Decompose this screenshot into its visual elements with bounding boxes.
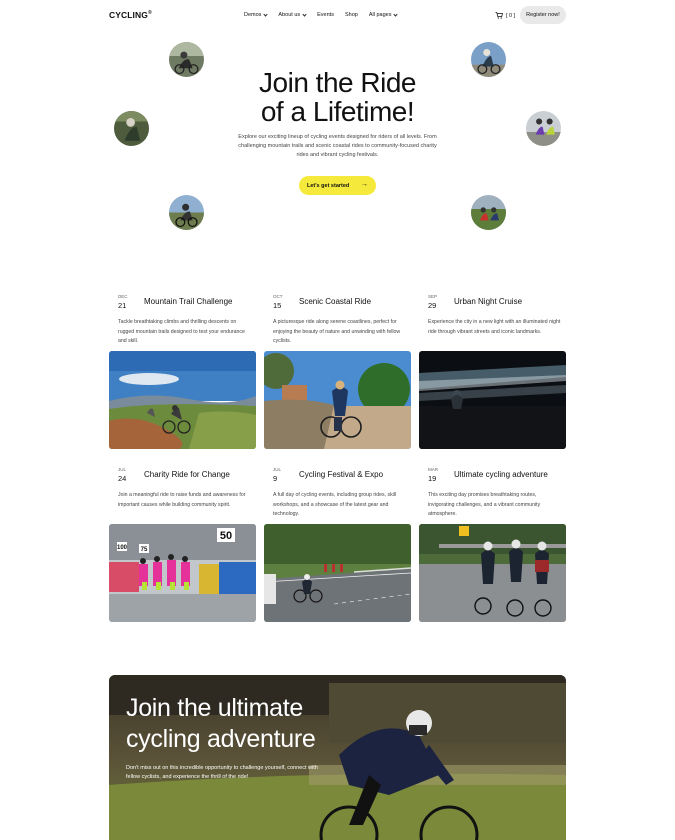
menu-item-all-pages[interactable]: All pages bbox=[369, 11, 399, 18]
arrow-right-icon: → bbox=[361, 181, 368, 188]
register-button[interactable]: Register now! bbox=[520, 6, 566, 24]
race-bib: 75 bbox=[139, 544, 149, 553]
top-nav: CYCLING® Demos About us Events Shop All … bbox=[0, 0, 675, 32]
event-date: OCT 15 bbox=[273, 294, 283, 310]
main-menu: Demos About us Events Shop All pages bbox=[244, 11, 399, 18]
rider-avatar bbox=[471, 42, 506, 77]
event-image-coastal[interactable] bbox=[264, 351, 411, 449]
event-date: MAR 19 bbox=[428, 467, 438, 483]
cart-icon bbox=[495, 12, 503, 19]
cta-banner: Join the ultimate cycling adventure Don'… bbox=[109, 675, 566, 840]
hero-description: Explore our exciting lineup of cycling e… bbox=[238, 134, 437, 158]
event-description: Experience the city in a new light with … bbox=[428, 319, 561, 335]
race-bib: 100 bbox=[117, 542, 128, 551]
menu-item-about[interactable]: About us bbox=[278, 11, 307, 18]
event-card[interactable]: JUL 24 Charity Ride for Change Join a me… bbox=[109, 460, 256, 622]
menu-item-demos[interactable]: Demos bbox=[244, 11, 269, 18]
site-logo[interactable]: CYCLING® bbox=[109, 10, 152, 20]
svg-text:50: 50 bbox=[220, 530, 232, 542]
event-card[interactable]: SEP 29 Urban Night Cruise Experience the… bbox=[419, 287, 566, 449]
event-title[interactable]: Urban Night Cruise bbox=[454, 297, 522, 306]
banner-title: Join the ultimate cycling adventure bbox=[126, 694, 316, 753]
event-date: JUL 24 bbox=[118, 467, 127, 483]
rider-avatar bbox=[169, 195, 204, 230]
event-image-adventure[interactable] bbox=[419, 524, 566, 622]
hero-title: Join the Ride of a Lifetime! bbox=[259, 67, 416, 127]
svg-text:75: 75 bbox=[141, 547, 148, 553]
menu-item-events[interactable]: Events bbox=[317, 12, 334, 18]
event-date: JUL 9 bbox=[273, 467, 282, 483]
chevron-down-icon bbox=[302, 11, 307, 17]
event-description: Join a meaningful ride to raise funds an… bbox=[118, 492, 246, 508]
event-date: SEP 29 bbox=[428, 294, 438, 310]
svg-text:100: 100 bbox=[117, 545, 128, 551]
rider-avatar bbox=[169, 42, 204, 77]
event-card[interactable]: MAR 19 Ultimate cycling adventure This e… bbox=[419, 460, 566, 622]
get-started-button[interactable]: Let's get started → bbox=[299, 176, 376, 195]
event-image-festival[interactable] bbox=[264, 524, 411, 622]
chevron-down-icon bbox=[263, 11, 269, 17]
event-image-mountain[interactable] bbox=[109, 351, 256, 449]
event-description: Tackle breathtaking climbs and thrilling… bbox=[118, 319, 245, 344]
event-card[interactable]: JUL 9 Cycling Festival & Expo A full day… bbox=[264, 460, 411, 622]
event-title[interactable]: Ultimate cycling adventure bbox=[454, 470, 548, 479]
event-title[interactable]: Mountain Trail Challenge bbox=[144, 297, 233, 306]
chevron-down-icon bbox=[393, 11, 399, 17]
event-description: A full day of cycling events, including … bbox=[273, 492, 397, 517]
event-title[interactable]: Scenic Coastal Ride bbox=[299, 297, 371, 306]
event-description: This exciting day promises breathtaking … bbox=[428, 492, 541, 517]
event-card[interactable]: DEC 21 Mountain Trail Challenge Tackle b… bbox=[109, 287, 256, 449]
event-description: A picturesque ride along serene coastlin… bbox=[273, 319, 401, 344]
rider-avatar bbox=[471, 195, 506, 230]
event-title[interactable]: Charity Ride for Change bbox=[144, 470, 230, 479]
event-image-night[interactable] bbox=[419, 351, 566, 449]
rider-avatar bbox=[114, 111, 149, 146]
cart-button[interactable]: [ 0 ] bbox=[495, 12, 515, 19]
event-title[interactable]: Cycling Festival & Expo bbox=[299, 470, 383, 479]
event-date: DEC 21 bbox=[118, 294, 128, 310]
race-bib: 50 bbox=[217, 528, 235, 542]
menu-item-shop[interactable]: Shop bbox=[345, 12, 358, 18]
rider-avatar bbox=[526, 111, 561, 146]
event-card[interactable]: OCT 15 Scenic Coastal Ride A picturesque… bbox=[264, 287, 411, 449]
banner-description: Don't miss out on this incredible opport… bbox=[126, 765, 318, 780]
event-image-charity[interactable]: 50 75 100 bbox=[109, 524, 256, 622]
cart-count: [ 0 ] bbox=[506, 12, 516, 19]
